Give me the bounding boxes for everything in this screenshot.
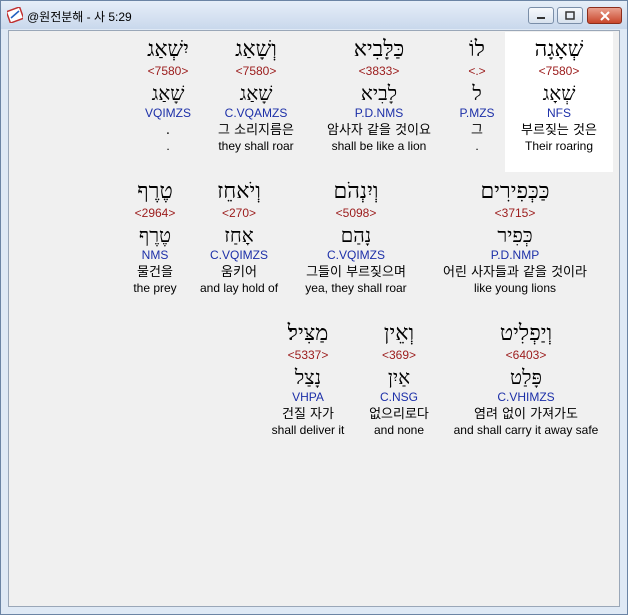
english-gloss: like young lions (473, 281, 557, 295)
strong-number: <2964> (134, 206, 176, 220)
hebrew-word: מַצִּיל׃ (287, 321, 329, 346)
english-gloss: the prey (133, 281, 177, 295)
morphology-code: VQIMZS (144, 106, 191, 120)
english-gloss: and lay hold of (199, 281, 279, 295)
korean-gloss: 움키어 (221, 265, 257, 280)
korean-gloss: 염려 없이 가져가도 (474, 407, 578, 422)
word-block[interactable]: וְאֵין <369> אַיִן C.NSG 없으리로다 and none (357, 316, 441, 456)
minimize-icon (537, 16, 545, 19)
hebrew-lemma: שָׁאַג (239, 81, 273, 105)
morphology-code: NFS (547, 106, 571, 120)
hebrew-word: וְיִנְהֹם (333, 179, 379, 204)
strong-number: <5098> (335, 206, 377, 220)
korean-gloss: 암사자 같을 것이요 (327, 123, 431, 138)
hebrew-word: כַּלָּבִיא (353, 37, 405, 62)
word-block[interactable]: מַצִּיל׃ <5337> נָצַל VHPA 건질 자가 shall d… (261, 316, 355, 456)
hebrew-lemma: שָׁאַג (151, 81, 185, 105)
hebrew-lemma: לָבִיא (360, 81, 398, 105)
word-block[interactable]: כַּכְּפִירִים <3715> כְּפִיר P.D.NMP 어린 … (423, 174, 607, 314)
english-gloss: and shall carry it away safe (453, 423, 599, 437)
english-gloss: shall be like a lion (331, 139, 427, 153)
hebrew-word: וְשָׁאַג (235, 37, 277, 62)
hebrew-word: כַּכְּפִירִים (480, 179, 550, 204)
hebrew-lemma: טֶרֶף (138, 223, 172, 247)
morphology-code: VHPA (292, 390, 324, 404)
english-gloss: they shall roar (218, 139, 294, 153)
strong-number: <270> (221, 206, 257, 220)
morphology-code: NMS (141, 248, 169, 262)
morphology-code: C.VQIMZS (209, 248, 268, 262)
morphology-code: C.NSG (379, 390, 418, 404)
word-block[interactable]: וְשָׁאַג <7580> שָׁאַג C.VQAMZS 그 소리지름은 … (203, 32, 309, 172)
strong-number: <5337> (287, 348, 329, 362)
hebrew-lemma: ל (472, 81, 482, 105)
morphology-code: C.VQIMZS (326, 248, 385, 262)
strong-number: <7580> (235, 64, 277, 78)
korean-gloss: 없으리로다 (369, 407, 429, 422)
hebrew-lemma: כְּפִיר (497, 223, 533, 247)
hebrew-word: וְיַפְלִיט (499, 321, 553, 346)
strong-number: <369> (381, 348, 417, 362)
app-icon (7, 7, 23, 23)
korean-gloss: . (165, 123, 171, 138)
korean-gloss: 그 (471, 123, 483, 138)
korean-gloss: 어린 사자들과 같을 것이라 (443, 265, 587, 280)
hebrew-lemma: נָצַל (294, 365, 322, 389)
hebrew-word: לוֹ (469, 37, 485, 62)
korean-gloss: 물건을 (137, 265, 173, 280)
morphology-code: P.MZS (459, 106, 495, 120)
app-window: @원전분해 - 사 5:29 שְׁאָגָה <7580> שְׁאָג NF… (0, 0, 628, 615)
interlinear-panel: שְׁאָגָה <7580> שְׁאָג NFS 부르짖는 것은 Their… (8, 30, 620, 607)
word-block[interactable]: וְיַפְלִיט <6403> פָּלַט C.VHIMZS 염려 없이 … (443, 316, 609, 456)
title-bar[interactable]: @원전분해 - 사 5:29 (1, 1, 627, 29)
morphology-code: C.VHIMZS (497, 390, 555, 404)
morphology-code: C.VQAMZS (224, 106, 288, 120)
strong-number: <.> (468, 64, 486, 78)
word-block[interactable]: יִשְׁאַג <7580> שָׁאַג VQIMZS . . (133, 32, 203, 172)
maximize-icon (565, 11, 575, 20)
korean-gloss: 그들이 부르짖으며 (306, 265, 406, 280)
strong-number: <7580> (147, 64, 189, 78)
minimize-button[interactable] (528, 7, 554, 24)
english-gloss: shall deliver it (271, 423, 345, 437)
hebrew-word: שְׁאָגָה (534, 37, 584, 62)
korean-gloss: 그 소리지름은 (218, 123, 294, 138)
hebrew-word: טֶרֶף (137, 179, 173, 204)
window-title: @원전분해 - 사 5:29 (27, 10, 132, 24)
close-icon (599, 10, 610, 21)
morphology-code: P.D.NMP (490, 248, 540, 262)
english-gloss: yea, they shall roar (305, 281, 407, 295)
hebrew-lemma: פָּלַט (510, 365, 542, 389)
word-block[interactable]: כַּלָּבִיא <3833> לָבִיא P.D.NMS 암사자 같을 … (311, 32, 447, 172)
word-block[interactable]: וְיִנְהֹם <5098> נָהַם C.VQIMZS 그들이 부르짖으… (291, 174, 421, 314)
morphology-code: P.D.NMS (354, 106, 404, 120)
maximize-button[interactable] (557, 7, 583, 24)
korean-gloss: 부르짖는 것은 (521, 123, 597, 138)
korean-gloss: 건질 자가 (282, 407, 334, 422)
english-gloss: . (475, 139, 479, 153)
word-block[interactable]: שְׁאָגָה <7580> שְׁאָג NFS 부르짖는 것은 Their… (505, 32, 613, 172)
strong-number: <3833> (358, 64, 400, 78)
strong-number: <7580> (538, 64, 580, 78)
hebrew-word: וְיֹאחֵז (217, 179, 261, 204)
english-gloss: . (166, 139, 170, 153)
hebrew-lemma: אָחַז (224, 223, 254, 247)
english-gloss: Their roaring (524, 139, 594, 153)
hebrew-lemma: אַיִן (387, 365, 411, 389)
word-block[interactable]: טֶרֶף <2964> טֶרֶף NMS 물건을 the prey (123, 174, 187, 314)
hebrew-word: יִשְׁאַג (147, 37, 189, 62)
strong-number: <3715> (494, 206, 536, 220)
strong-number: <6403> (505, 348, 547, 362)
hebrew-word: וְאֵין (383, 321, 415, 346)
close-button[interactable] (587, 7, 622, 24)
hebrew-lemma: נָהַם (340, 223, 372, 247)
word-block[interactable]: לוֹ <.> ל P.MZS 그 . (449, 32, 505, 172)
hebrew-lemma: שְׁאָג (542, 81, 576, 105)
word-block[interactable]: וְיֹאחֵז <270> אָחַז C.VQIMZS 움키어 and la… (189, 174, 289, 314)
english-gloss: and none (373, 423, 425, 437)
